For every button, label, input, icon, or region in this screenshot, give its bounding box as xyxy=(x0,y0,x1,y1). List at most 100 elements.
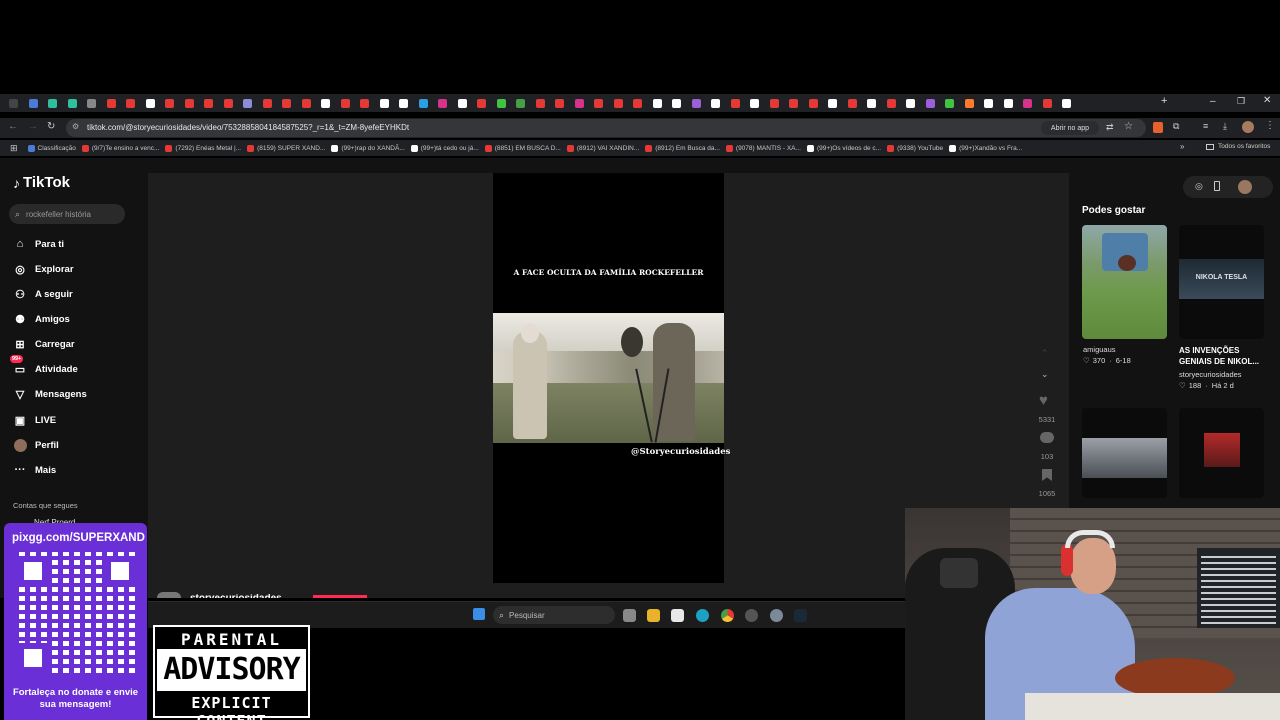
browser-tab[interactable] xyxy=(960,94,980,112)
file-explorer-icon[interactable] xyxy=(647,609,660,622)
taskbar-search[interactable]: ⌕ Pesquisar xyxy=(493,606,615,624)
compass-action-icon[interactable]: ◎ xyxy=(1195,181,1203,192)
bookmark-item[interactable]: (8912) Em Busca da... xyxy=(645,144,720,152)
bookmark-item[interactable]: (8851) EM BUSCA D... xyxy=(484,144,561,152)
downloads-icon[interactable]: ⤓ xyxy=(1223,121,1227,132)
previous-video-icon[interactable]: ⌃ xyxy=(1041,348,1049,359)
open-in-app-button[interactable]: Abrir no app xyxy=(1041,121,1099,135)
author-name[interactable]: storyecuriosidades xyxy=(190,594,282,598)
media-control-icon[interactable]: ≡ xyxy=(1203,121,1208,131)
site-info-icon[interactable]: ⚙ xyxy=(72,122,79,131)
extension-icon[interactable] xyxy=(1153,122,1163,133)
nav-item-live[interactable]: ▣ LIVE xyxy=(13,413,56,427)
browser-tab[interactable] xyxy=(882,94,902,112)
browser-tab[interactable] xyxy=(414,94,434,112)
video-player[interactable]: A FACE OCULTA DA FAMÍLIA ROCKEFELLER @St… xyxy=(493,173,730,583)
maximize-icon[interactable]: ❐ xyxy=(1237,96,1245,107)
browser-tab[interactable] xyxy=(82,94,102,112)
browser-tab[interactable] xyxy=(297,94,317,112)
browser-tab[interactable] xyxy=(375,94,395,112)
task-view-icon[interactable] xyxy=(623,609,636,622)
browser-tab[interactable] xyxy=(804,94,824,112)
device-icon[interactable] xyxy=(1214,181,1220,191)
like-heart-icon[interactable]: ♥ xyxy=(1039,392,1048,409)
browser-tab[interactable] xyxy=(43,94,63,112)
reload-icon[interactable]: ↻ xyxy=(47,121,55,132)
browser-tab[interactable] xyxy=(901,94,921,112)
bookmark-item[interactable]: (8912) VAI XANDIN... xyxy=(566,144,639,152)
browser-tab[interactable] xyxy=(219,94,239,112)
browser-tab[interactable] xyxy=(823,94,843,112)
chrome-icon[interactable] xyxy=(721,609,734,622)
suggestion-author[interactable]: storyecuriosidades xyxy=(1179,370,1242,379)
browser-tab[interactable] xyxy=(472,94,492,112)
browser-tab[interactable] xyxy=(843,94,863,112)
bookmark-item[interactable]: (9/7)Te ensino a venc... xyxy=(81,144,159,152)
suggestion-thumbnail[interactable] xyxy=(1082,408,1167,498)
bookmark-item[interactable]: (8159) SUPER XAND... xyxy=(247,144,325,152)
suggestion-thumbnail[interactable]: NIKOLA TESLA xyxy=(1179,225,1264,339)
browser-tab[interactable] xyxy=(355,94,375,112)
browser-tab[interactable] xyxy=(726,94,746,112)
follow-button[interactable] xyxy=(313,595,367,598)
browser-tab[interactable] xyxy=(316,94,336,112)
bookmark-item[interactable]: (99+)Xandão vs Fra... xyxy=(949,144,1022,152)
browser-tab[interactable] xyxy=(336,94,356,112)
browser-tab[interactable] xyxy=(687,94,707,112)
minimize-icon[interactable]: – xyxy=(1210,96,1216,107)
browser-tab[interactable] xyxy=(199,94,219,112)
suggestion-author[interactable]: amiguaus xyxy=(1083,345,1116,354)
bookmark-item[interactable]: (9338) YouTube xyxy=(887,144,943,152)
browser-tab[interactable] xyxy=(667,94,687,112)
browser-tab[interactable] xyxy=(102,94,122,112)
nav-item-mais[interactable]: ··· Mais xyxy=(13,463,57,477)
browser-tab[interactable] xyxy=(999,94,1019,112)
browser-profile-avatar[interactable] xyxy=(1242,121,1254,133)
browser-tab[interactable] xyxy=(784,94,804,112)
settings-icon[interactable] xyxy=(770,609,783,622)
user-avatar[interactable] xyxy=(1238,180,1252,194)
bookmark-item[interactable]: (7292) Enéas Metal |... xyxy=(165,144,241,152)
bookmark-item[interactable]: (99+)tá cedo ou já... xyxy=(410,144,479,152)
suggestion-thumbnail[interactable] xyxy=(1082,225,1167,339)
browser-tab[interactable] xyxy=(511,94,531,112)
browser-tab[interactable] xyxy=(1057,94,1077,112)
browser-tab[interactable] xyxy=(492,94,512,112)
browser-tab[interactable] xyxy=(180,94,200,112)
obs-icon[interactable] xyxy=(745,609,758,622)
tiktok-search-input[interactable]: ⌕ rockefeller história xyxy=(9,204,125,224)
nav-item-carregar[interactable]: ⊞ Carregar xyxy=(13,337,74,351)
back-icon[interactable]: ← xyxy=(8,121,18,132)
browser-tab[interactable] xyxy=(1038,94,1058,112)
browser-menu-icon[interactable]: ⋮ xyxy=(1265,120,1275,131)
nav-item-explorar[interactable]: ◎ Explorar xyxy=(13,262,73,276)
tiktok-logo[interactable]: ♪ TikTok xyxy=(13,174,70,191)
nav-item-perfil[interactable]: Perfil xyxy=(13,438,59,452)
browser-tab[interactable] xyxy=(63,94,83,112)
bookmarks-overflow-icon[interactable]: » xyxy=(1180,142,1184,151)
browser-tab[interactable] xyxy=(570,94,590,112)
bookmark-star-icon[interactable]: ☆ xyxy=(1124,121,1133,132)
browser-tab[interactable] xyxy=(706,94,726,112)
nav-item-atividade[interactable]: ▭ 99+ Atividade xyxy=(10,355,78,376)
browser-tab[interactable] xyxy=(160,94,180,112)
browser-tab[interactable] xyxy=(765,94,785,112)
bookmark-item[interactable]: (99+)Os vídeos de c... xyxy=(806,144,881,152)
browser-tab[interactable] xyxy=(921,94,941,112)
windows-start-icon[interactable] xyxy=(473,608,485,620)
comment-icon[interactable] xyxy=(1040,432,1054,443)
browser-tab[interactable] xyxy=(628,94,648,112)
browser-tab[interactable] xyxy=(121,94,141,112)
suggestion-thumbnail[interactable] xyxy=(1179,408,1264,498)
browser-tab[interactable] xyxy=(979,94,999,112)
browser-tab[interactable] xyxy=(394,94,414,112)
apps-grid-icon[interactable]: ⊞ xyxy=(10,143,18,154)
browser-tab[interactable] xyxy=(531,94,551,112)
nav-item-amigos[interactable]: ⚉ Amigos xyxy=(13,312,70,326)
edge-icon[interactable] xyxy=(696,609,709,622)
nav-item-a-seguir[interactable]: ⚇ A seguir xyxy=(13,287,73,301)
browser-tab[interactable] xyxy=(648,94,668,112)
browser-tab[interactable] xyxy=(550,94,570,112)
browser-tab[interactable] xyxy=(745,94,765,112)
next-video-icon[interactable]: ⌄ xyxy=(1041,369,1049,380)
